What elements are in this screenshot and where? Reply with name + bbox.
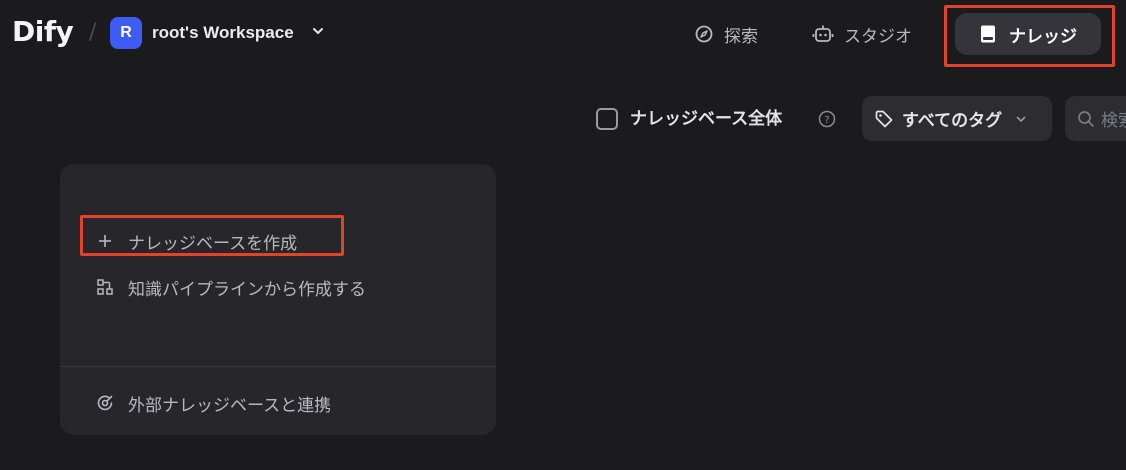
tag-filter-dropdown[interactable]: すべてのタグ xyxy=(862,96,1052,141)
create-from-pipeline-button[interactable]: 知識パイプラインから作成する xyxy=(96,274,366,300)
workspace-avatar[interactable]: R xyxy=(110,17,142,49)
workspace-name[interactable]: root's Workspace xyxy=(152,22,294,44)
compass-icon xyxy=(695,25,713,43)
chevron-down-icon[interactable] xyxy=(311,24,325,38)
card-divider xyxy=(60,366,496,367)
highlight-box-create-kb xyxy=(80,215,344,256)
breadcrumb-separator: / xyxy=(89,20,97,45)
robot-icon xyxy=(812,25,834,42)
pipeline-icon xyxy=(97,279,113,295)
connect-external-kb-label: 外部ナレッジベースと連携 xyxy=(128,395,332,416)
tag-icon xyxy=(875,110,893,127)
svg-text:?: ? xyxy=(824,115,829,126)
all-kb-checkbox[interactable] xyxy=(596,108,618,130)
search-placeholder: 検索 xyxy=(1101,111,1126,131)
connect-external-kb-button[interactable]: 外部ナレッジベースと連携 xyxy=(96,390,331,416)
nav-explore-label: 探索 xyxy=(724,26,758,47)
nav-explore[interactable]: 探索 xyxy=(684,16,768,52)
search-input[interactable]: 検索 xyxy=(1065,96,1126,141)
help-icon[interactable]: ? xyxy=(818,110,836,128)
create-from-pipeline-label: 知識パイプラインから作成する xyxy=(128,279,366,300)
dify-logo[interactable]: Dify xyxy=(12,14,74,50)
nav-studio-label: スタジオ xyxy=(844,26,912,47)
tag-filter-label: すべてのタグ xyxy=(902,111,1003,131)
chevron-down-icon xyxy=(1016,116,1026,122)
external-link-icon xyxy=(97,395,113,411)
nav-studio[interactable]: スタジオ xyxy=(802,16,922,52)
highlight-box-knowledge xyxy=(944,5,1115,67)
all-kb-label: ナレッジベース全体 xyxy=(630,109,783,129)
search-icon xyxy=(1078,110,1094,127)
